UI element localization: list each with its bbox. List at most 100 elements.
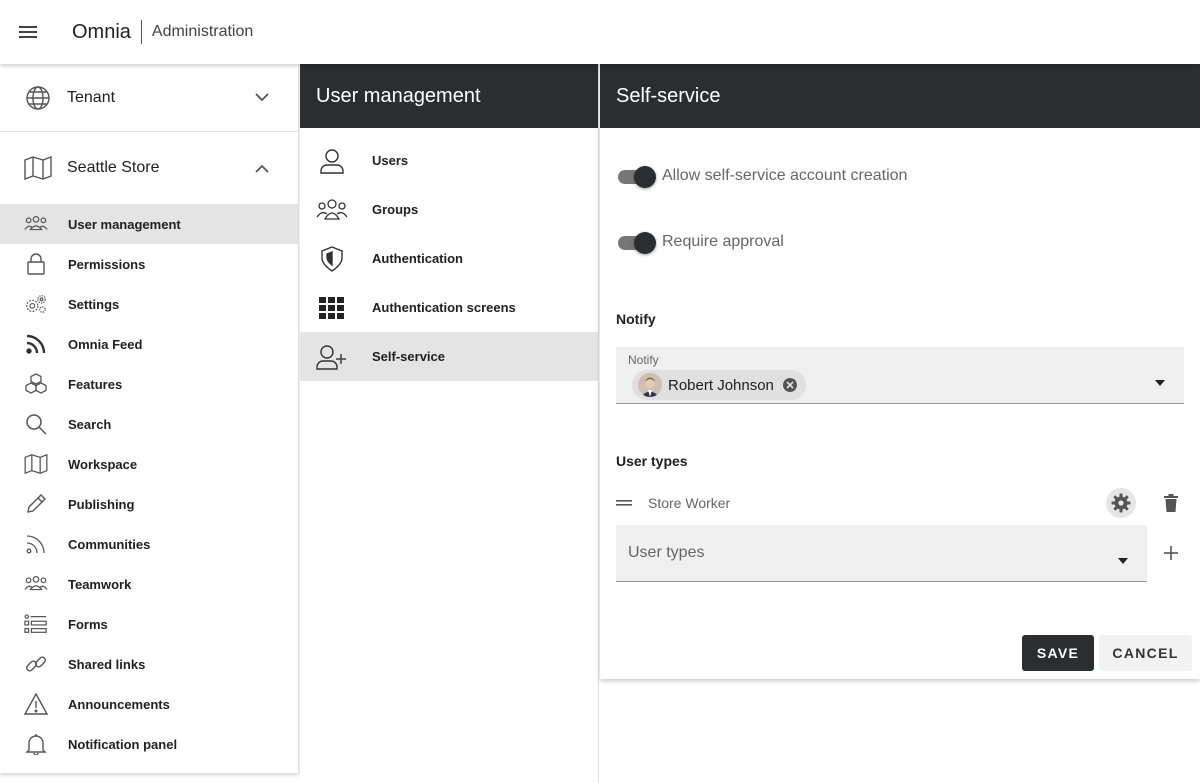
bell-icon [24, 732, 48, 756]
menu-item-users[interactable]: Users [300, 136, 598, 185]
trash-icon[interactable] [1161, 492, 1181, 514]
sidebar-group-label: Seattle Store [67, 159, 160, 176]
rss-outline-icon [24, 532, 48, 556]
top-app-bar: Omnia Administration [0, 0, 1200, 64]
menu-item-authentication-screens[interactable]: Authentication screens [300, 283, 598, 332]
gears-icon [24, 292, 48, 316]
shield-icon [316, 243, 348, 275]
user-chip: Robert Johnson [632, 370, 806, 400]
map-icon [24, 452, 48, 476]
user-management-panel: User management Users Groups Authenticat… [300, 64, 599, 783]
sidebar-item-workspace[interactable]: Workspace [0, 444, 298, 484]
sidebar-item-label: Announcements [68, 696, 170, 712]
link-icon [24, 652, 48, 676]
sidebar-group-tenant[interactable]: Tenant [0, 64, 298, 132]
app-brand: Omnia [72, 20, 131, 43]
user-plus-icon [316, 341, 348, 373]
sidebar-item-search[interactable]: Search [0, 404, 298, 444]
save-button[interactable]: SAVE [1022, 635, 1094, 671]
chevron-down-icon[interactable] [250, 86, 274, 110]
menu-item-label: Users [372, 153, 409, 168]
cancel-button[interactable]: CANCEL [1099, 635, 1192, 671]
sidebar-item-permissions[interactable]: Permissions [0, 244, 298, 284]
form-icon [24, 612, 48, 636]
sidebar-item-announcements[interactable]: Announcements [0, 684, 298, 724]
dropdown-arrow-icon[interactable] [1118, 551, 1128, 564]
sidebar-item-label: Search [68, 416, 112, 432]
gear-icon[interactable] [1106, 488, 1136, 518]
sidebar-item-features[interactable]: Features [0, 364, 298, 404]
sidebar-item-label: Forms [68, 616, 108, 632]
sidebar-item-label: Features [68, 376, 123, 392]
sidebar-item-label: Permissions [68, 256, 146, 272]
sidebar-item-settings[interactable]: Settings [0, 284, 298, 324]
switch-control[interactable] [618, 164, 656, 188]
sidebar-item-publishing[interactable]: Publishing [0, 484, 298, 524]
panel-title: User management [300, 64, 598, 128]
select-placeholder: User types [628, 544, 705, 561]
sidebar-item-shared-links[interactable]: Shared links [0, 644, 298, 684]
sidebar-item-omnia-feed[interactable]: Omnia Feed [0, 324, 298, 364]
notify-section-title: Notify [616, 311, 656, 327]
sidebar-item-label: Teamwork [68, 576, 132, 592]
sidebar-item-label: Publishing [68, 496, 135, 512]
sidebar-item-user-management[interactable]: User management [0, 204, 298, 244]
close-icon[interactable] [782, 377, 798, 393]
header-divider [140, 20, 142, 44]
user-types-section-title: User types [616, 453, 688, 469]
toggle-require-approval[interactable]: Require approval [618, 230, 784, 254]
cubes-icon [24, 372, 48, 396]
toggle-label: Require approval [662, 233, 784, 250]
avatar [638, 373, 662, 397]
user-type-row: Store Worker [616, 488, 1184, 518]
people-icon [24, 212, 48, 236]
toggle-allow-self-service[interactable]: Allow self-service account creation [618, 164, 907, 188]
menu-item-label: Authentication screens [372, 300, 516, 315]
switch-control[interactable] [618, 230, 656, 254]
sidebar-group-label: Tenant [67, 88, 116, 106]
add-icon[interactable] [1160, 542, 1182, 564]
sidebar-item-label: Workspace [68, 456, 138, 472]
sidebar-item-label: Communities [68, 536, 151, 552]
menu-icon[interactable] [0, 0, 56, 64]
menu-item-label: Self-service [372, 349, 445, 364]
pencil-icon [24, 492, 48, 516]
sidebar-item-notification-panel[interactable]: Notification panel [0, 724, 298, 764]
user-type-label: Store Worker [648, 495, 731, 511]
lock-icon [24, 252, 48, 276]
sidebar-item-label: Settings [68, 296, 120, 312]
dropdown-arrow-icon[interactable] [1155, 373, 1165, 386]
menu-item-label: Authentication [372, 251, 463, 266]
warning-icon [24, 692, 48, 716]
self-service-panel: Self-service Allow self-service account … [600, 64, 1200, 679]
user-icon [316, 145, 348, 177]
map-icon [24, 154, 52, 182]
panel-title: Self-service [600, 64, 1200, 128]
sidebar-item-communities[interactable]: Communities [0, 524, 298, 564]
menu-item-authentication[interactable]: Authentication [300, 234, 598, 283]
menu-item-self-service[interactable]: Self-service [300, 332, 598, 381]
field-label: Notify [628, 353, 659, 367]
chevron-up-icon[interactable] [250, 156, 274, 180]
search-icon [24, 412, 48, 436]
globe-icon [24, 84, 52, 112]
notify-select[interactable]: Notify Robert Johnson [616, 347, 1184, 404]
sidebar: Tenant Seattle Store User management Per… [0, 64, 299, 773]
menu-item-groups[interactable]: Groups [300, 185, 598, 234]
sidebar-item-label: Omnia Feed [68, 336, 143, 352]
sidebar-item-teamwork[interactable]: Teamwork [0, 564, 298, 604]
sidebar-item-label: User management [68, 216, 181, 232]
toggle-label: Allow self-service account creation [662, 167, 908, 184]
sidebar-item-label: Shared links [68, 656, 146, 672]
user-types-select[interactable]: User types [616, 525, 1147, 582]
sidebar-nav-list: User management Permissions Settings Omn… [0, 204, 298, 764]
sidebar-item-forms[interactable]: Forms [0, 604, 298, 644]
group-icon [316, 194, 348, 226]
sidebar-group-seattle-store[interactable]: Seattle Store [0, 132, 298, 204]
menu-item-label: Groups [372, 202, 419, 217]
people-icon [24, 572, 48, 596]
chip-label: Robert Johnson [668, 376, 774, 394]
grid-icon [316, 292, 348, 324]
rss-icon [24, 332, 48, 356]
drag-handle-icon[interactable] [616, 495, 632, 511]
